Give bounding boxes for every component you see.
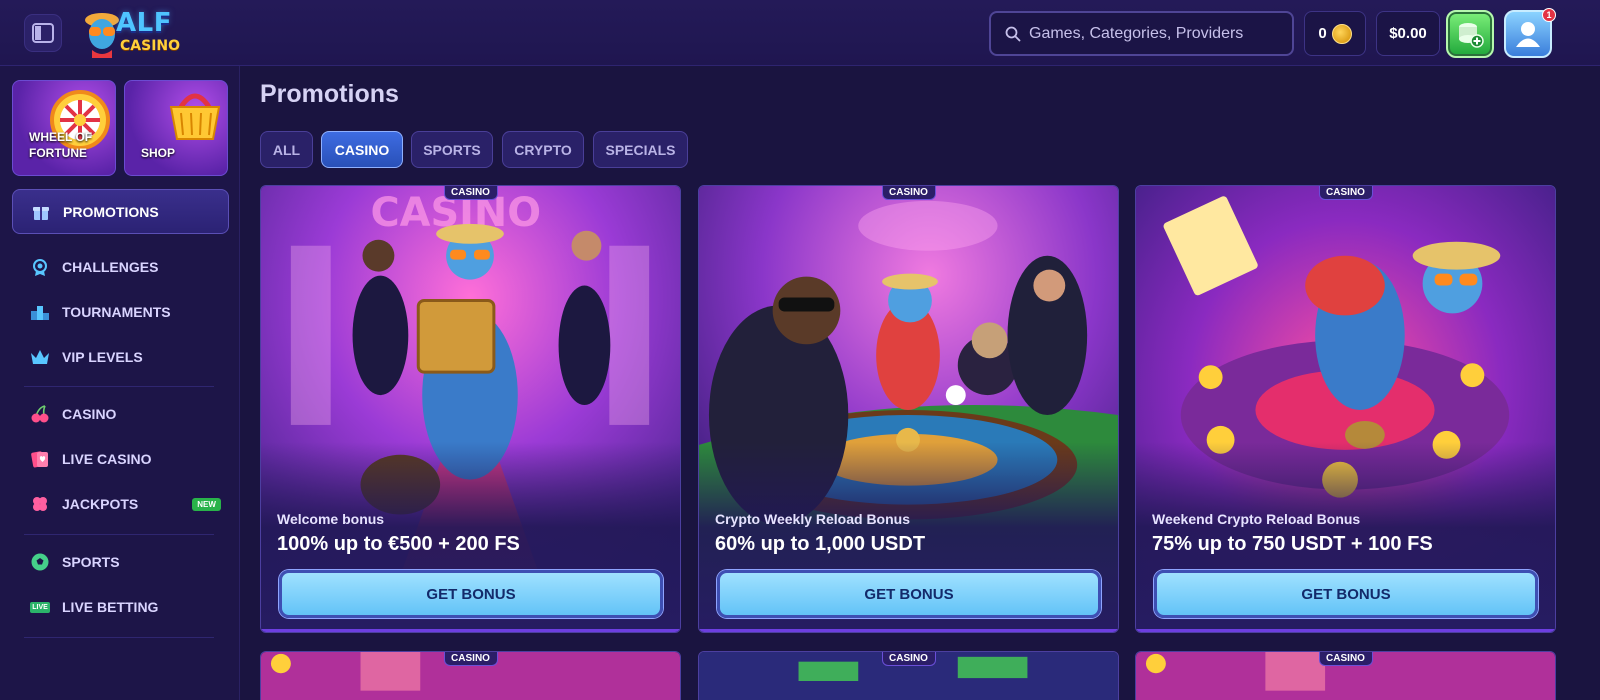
coins-plus-icon (1459, 23, 1484, 48)
filter-crypto[interactable]: CRYPTO (502, 131, 584, 168)
podium-icon (30, 302, 50, 322)
basket-icon (169, 93, 221, 140)
alf-casino-logo[interactable]: ALF CASINO (82, 6, 181, 60)
sidebar-item-label: LIVE BETTING (62, 599, 159, 615)
sidebar-item-challenges[interactable]: CHALLENGES (12, 247, 229, 287)
wheel-of-fortune-tile[interactable]: WHEEL OF FORTUNE (12, 80, 116, 176)
card-subtitle: Weekend Crypto Reload Bonus (1152, 511, 1361, 527)
coin-balance[interactable]: 0 (1304, 11, 1366, 56)
profile-button[interactable]: 1 (1504, 8, 1556, 58)
sidebar-item-jackpots[interactable]: JACKPOTS NEW (12, 484, 229, 524)
clover-icon (30, 494, 50, 514)
promo-card[interactable]: CASINO Crypto Weekly Reload Bonus 60% up… (698, 185, 1119, 633)
coin-icon (1331, 23, 1352, 44)
gift-icon (31, 202, 51, 222)
search-input[interactable] (1029, 24, 1279, 43)
sidebar-item-vip-levels[interactable]: VIP LEVELS (12, 337, 229, 377)
live-icon-text: LIVE (30, 601, 50, 613)
cards-icon (30, 449, 50, 469)
card-category-tag: CASINO (1318, 186, 1373, 200)
card-category-tag: CASINO (443, 186, 498, 200)
sidebar-item-label: SPORTS (62, 554, 120, 570)
medal-icon (30, 257, 50, 277)
sidebar-item-label: JACKPOTS (62, 496, 139, 512)
top-bar: ALF CASINO 0 $0.00 1 (0, 0, 1600, 66)
sidebar-item-label: LIVE CASINO (62, 451, 152, 467)
card-category-tag: CASINO (1318, 652, 1373, 666)
sidebar-item-tournaments[interactable]: TOURNAMENTS (12, 292, 229, 332)
sidebar-item-label: CASINO (62, 406, 117, 422)
balance-value: $0.00 (1389, 25, 1427, 42)
promo-card[interactable]: CASINO CASINO Welcome bonus 100% up to €… (260, 185, 681, 633)
live-icon: LIVE (30, 597, 50, 617)
card-title: 100% up to €500 + 200 FS (277, 533, 520, 555)
get-bonus-button[interactable]: GET BONUS (1154, 570, 1538, 618)
get-bonus-button[interactable]: GET BONUS (717, 570, 1101, 618)
card-category-tag: CASINO (881, 652, 936, 666)
sidebar-item-live-casino[interactable]: LIVE CASINO (12, 439, 229, 479)
deposit-button[interactable] (1446, 10, 1494, 58)
sidebar-item-label: CHALLENGES (62, 259, 159, 275)
sidebar-item-casino[interactable]: CASINO (12, 394, 229, 434)
card-bottom-accent (1136, 629, 1555, 632)
filter-specials[interactable]: SPECIALS (593, 131, 688, 168)
promo-card[interactable]: CASINO (1135, 651, 1556, 700)
wallet-balance[interactable]: $0.00 (1376, 11, 1440, 56)
card-category-tag: CASINO (443, 652, 498, 666)
sidebar-item-promotions[interactable]: PROMOTIONS (12, 189, 229, 234)
card-category-tag: CASINO (881, 186, 936, 200)
shop-tile[interactable]: SHOP (124, 80, 228, 176)
new-badge: NEW (192, 497, 221, 511)
sidebar-divider (24, 386, 214, 387)
logo-subtext: CASINO (120, 38, 181, 54)
page-title: Promotions (260, 80, 399, 108)
search-bar[interactable] (989, 11, 1294, 56)
sidebar-item-label: TOURNAMENTS (62, 304, 171, 320)
soccer-ball-icon (30, 552, 50, 572)
crown-icon (30, 347, 50, 367)
sidebar-item-label: PROMOTIONS (63, 203, 159, 220)
card-title: 75% up to 750 USDT + 100 FS (1152, 533, 1433, 555)
sidebar-toggle-button[interactable] (24, 14, 62, 52)
coin-count: 0 (1318, 25, 1327, 42)
filter-sports[interactable]: SPORTS (411, 131, 493, 168)
card-title: 60% up to 1,000 USDT (715, 533, 926, 555)
sidebar-divider (24, 534, 214, 535)
sidebar-toggle-icon (32, 23, 54, 43)
sidebar-divider (24, 637, 214, 638)
search-icon (1005, 26, 1021, 41)
cherries-icon (30, 404, 50, 424)
shop-label: SHOP (141, 146, 176, 160)
user-icon (1516, 22, 1540, 47)
filter-casino[interactable]: CASINO (321, 131, 403, 168)
card-subtitle: Welcome bonus (277, 511, 385, 527)
card-bottom-accent (261, 629, 680, 632)
notification-badge: 1 (1542, 8, 1556, 22)
card-subtitle: Crypto Weekly Reload Bonus (715, 511, 911, 527)
wheel-of-fortune-label: WHEEL OF FORTUNE (29, 130, 93, 160)
sidebar-item-live-betting[interactable]: LIVE LIVE BETTING (12, 587, 229, 627)
get-bonus-button[interactable]: GET BONUS (279, 570, 663, 618)
promo-card[interactable]: CASINO (698, 651, 1119, 700)
card-bottom-accent (699, 629, 1118, 632)
promo-card[interactable]: CASINO (260, 651, 681, 700)
sidebar-item-sports[interactable]: SPORTS (12, 542, 229, 582)
sidebar-item-label: VIP LEVELS (62, 349, 143, 365)
sidebar: WHEEL OF FORTUNE SHOP PROMOTIONS CHALLEN… (0, 66, 240, 700)
promo-card[interactable]: CASINO Weekend Crypto Reload Bonus 75% u… (1135, 185, 1556, 633)
logo-text: ALF (116, 8, 172, 38)
filter-all[interactable]: ALL (260, 131, 313, 168)
